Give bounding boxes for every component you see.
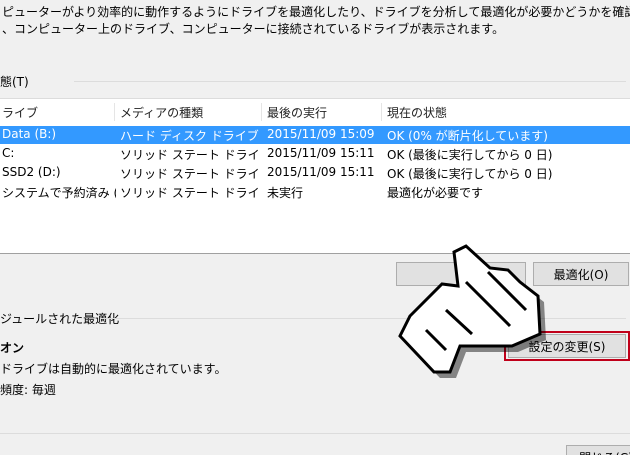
drive-last-run: 2015/11/09 15:11 [267,146,375,160]
drive-status: OK (最後に実行してから 0 日) [387,148,553,162]
drive-row-system-reserved[interactable]: システムで予約済み (... ソリッド ステート ドライブ 未実行 最適化が必要… [0,183,630,201]
pointing-hand-glyph [398,244,542,374]
footer-divider [0,433,630,434]
column-separator [381,103,382,121]
column-separator [261,103,262,121]
drive-row-data-b[interactable]: Data (B:) ハード ディスク ドライブ 2015/11/09 15:09… [0,126,630,144]
close-button[interactable]: 閉じる(C) [566,445,630,455]
drive-media-type: ソリッド ステート ドライブ [120,186,260,200]
drive-name: SSD2 (D:) [2,165,61,179]
drive-status: 最適化が必要です [387,186,484,200]
description-line-2: 、コンピューター上のドライブ、コンピューターに接続されているドライブが表示されま… [2,22,505,36]
description-text: ピューターがより効率的に動作するようにドライブを最適化したり、ドライブを分析して… [2,4,630,38]
drive-last-run: 未実行 [267,186,304,200]
drive-status: OK (0% が断片化しています) [387,129,548,143]
pointing-hand-cursor-icon [398,244,546,378]
drive-row-c[interactable]: C: ソリッド ステート ドライブ 2015/11/09 15:11 OK (最… [0,145,630,163]
drive-media-type: ハード ディスク ドライブ [120,129,259,143]
column-header-media-type[interactable]: メディアの種類 [120,104,203,121]
drive-last-run: 2015/11/09 15:09 [267,127,375,141]
drive-media-type: ソリッド ステート ドライブ [120,167,260,181]
scheduled-state: オン [0,341,25,355]
drive-list[interactable]: ライブ メディアの種類 最後の実行 現在の状態 Data (B:) ハード ディ… [0,98,630,254]
description-line-1: ピューターがより効率的に動作するようにドライブを最適化したり、ドライブを分析して… [2,5,630,19]
drive-last-run: 2015/11/09 15:11 [267,165,375,179]
drive-media-type: ソリッド ステート ドライブ [120,148,260,162]
column-header-drive[interactable]: ライブ [2,104,38,121]
drive-name: システムで予約済み (... [2,186,116,200]
drive-name: C: [2,146,15,160]
drive-name: Data (B:) [2,127,57,141]
column-header-current-status[interactable]: 現在の状態 [387,104,447,121]
scheduled-info: ドライブは自動的に最適化されています。 [0,362,227,376]
status-section-divider [74,81,626,82]
drive-row-ssd2-d[interactable]: SSD2 (D:) ソリッド ステート ドライブ 2015/11/09 15:1… [0,164,630,182]
column-separator [114,103,115,121]
optimize-drives-window: ピューターがより効率的に動作するようにドライブを最適化したり、ドライブを分析して… [0,0,630,455]
scheduled-frequency: 頻度: 毎週 [0,383,56,397]
drive-status: OK (最後に実行してから 0 日) [387,167,553,181]
column-header-last-run[interactable]: 最後の実行 [267,104,327,121]
status-section-label: 態(T) [0,75,29,89]
